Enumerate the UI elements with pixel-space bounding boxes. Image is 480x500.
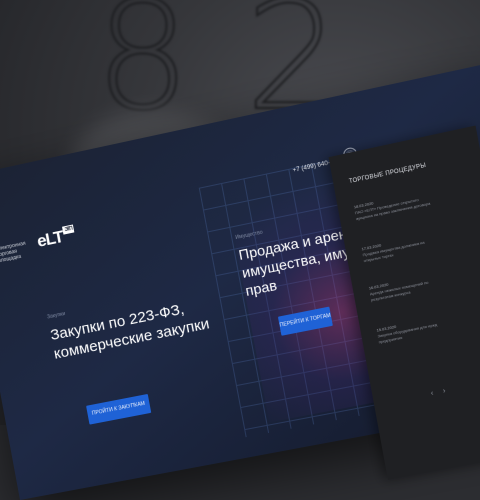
logo[interactable]: eLTЭТП <box>35 224 76 251</box>
logo-text: eLT <box>35 226 65 251</box>
list-item[interactable]: 16.03.2020 Аренда нежилых помещений по р… <box>368 270 448 303</box>
list-item[interactable]: 15.03.2020 Закупка оборудования для нужд… <box>376 312 456 345</box>
list-item[interactable]: 17.03.2020 Продажа имущества должника на… <box>361 231 441 264</box>
list-item[interactable]: 18.03.2020 ПАО «ЕЛТ» Проведение открытог… <box>353 188 433 222</box>
carousel-arrows[interactable]: ‹ › <box>430 387 450 397</box>
section-kicker-purchases: Закупки <box>46 310 66 321</box>
logo-badge: ЭТП <box>61 224 75 235</box>
logo-tagline: Электронная торговая площадка <box>0 240 27 265</box>
go-to-purchases-button[interactable]: ПРОЙТИ К ЗАКУПКАМ <box>86 393 152 425</box>
section-kicker-property: Имущество <box>234 229 264 242</box>
go-to-auctions-button[interactable]: ПЕРЕЙТИ К ТОРГАМ <box>277 306 333 336</box>
purchases-title: Закупки по 223-ФЗ, коммерческие закупки <box>49 300 211 363</box>
sidebar-title: ТОРГОВЫЕ ПРОЦЕДУРЫ <box>348 162 427 186</box>
